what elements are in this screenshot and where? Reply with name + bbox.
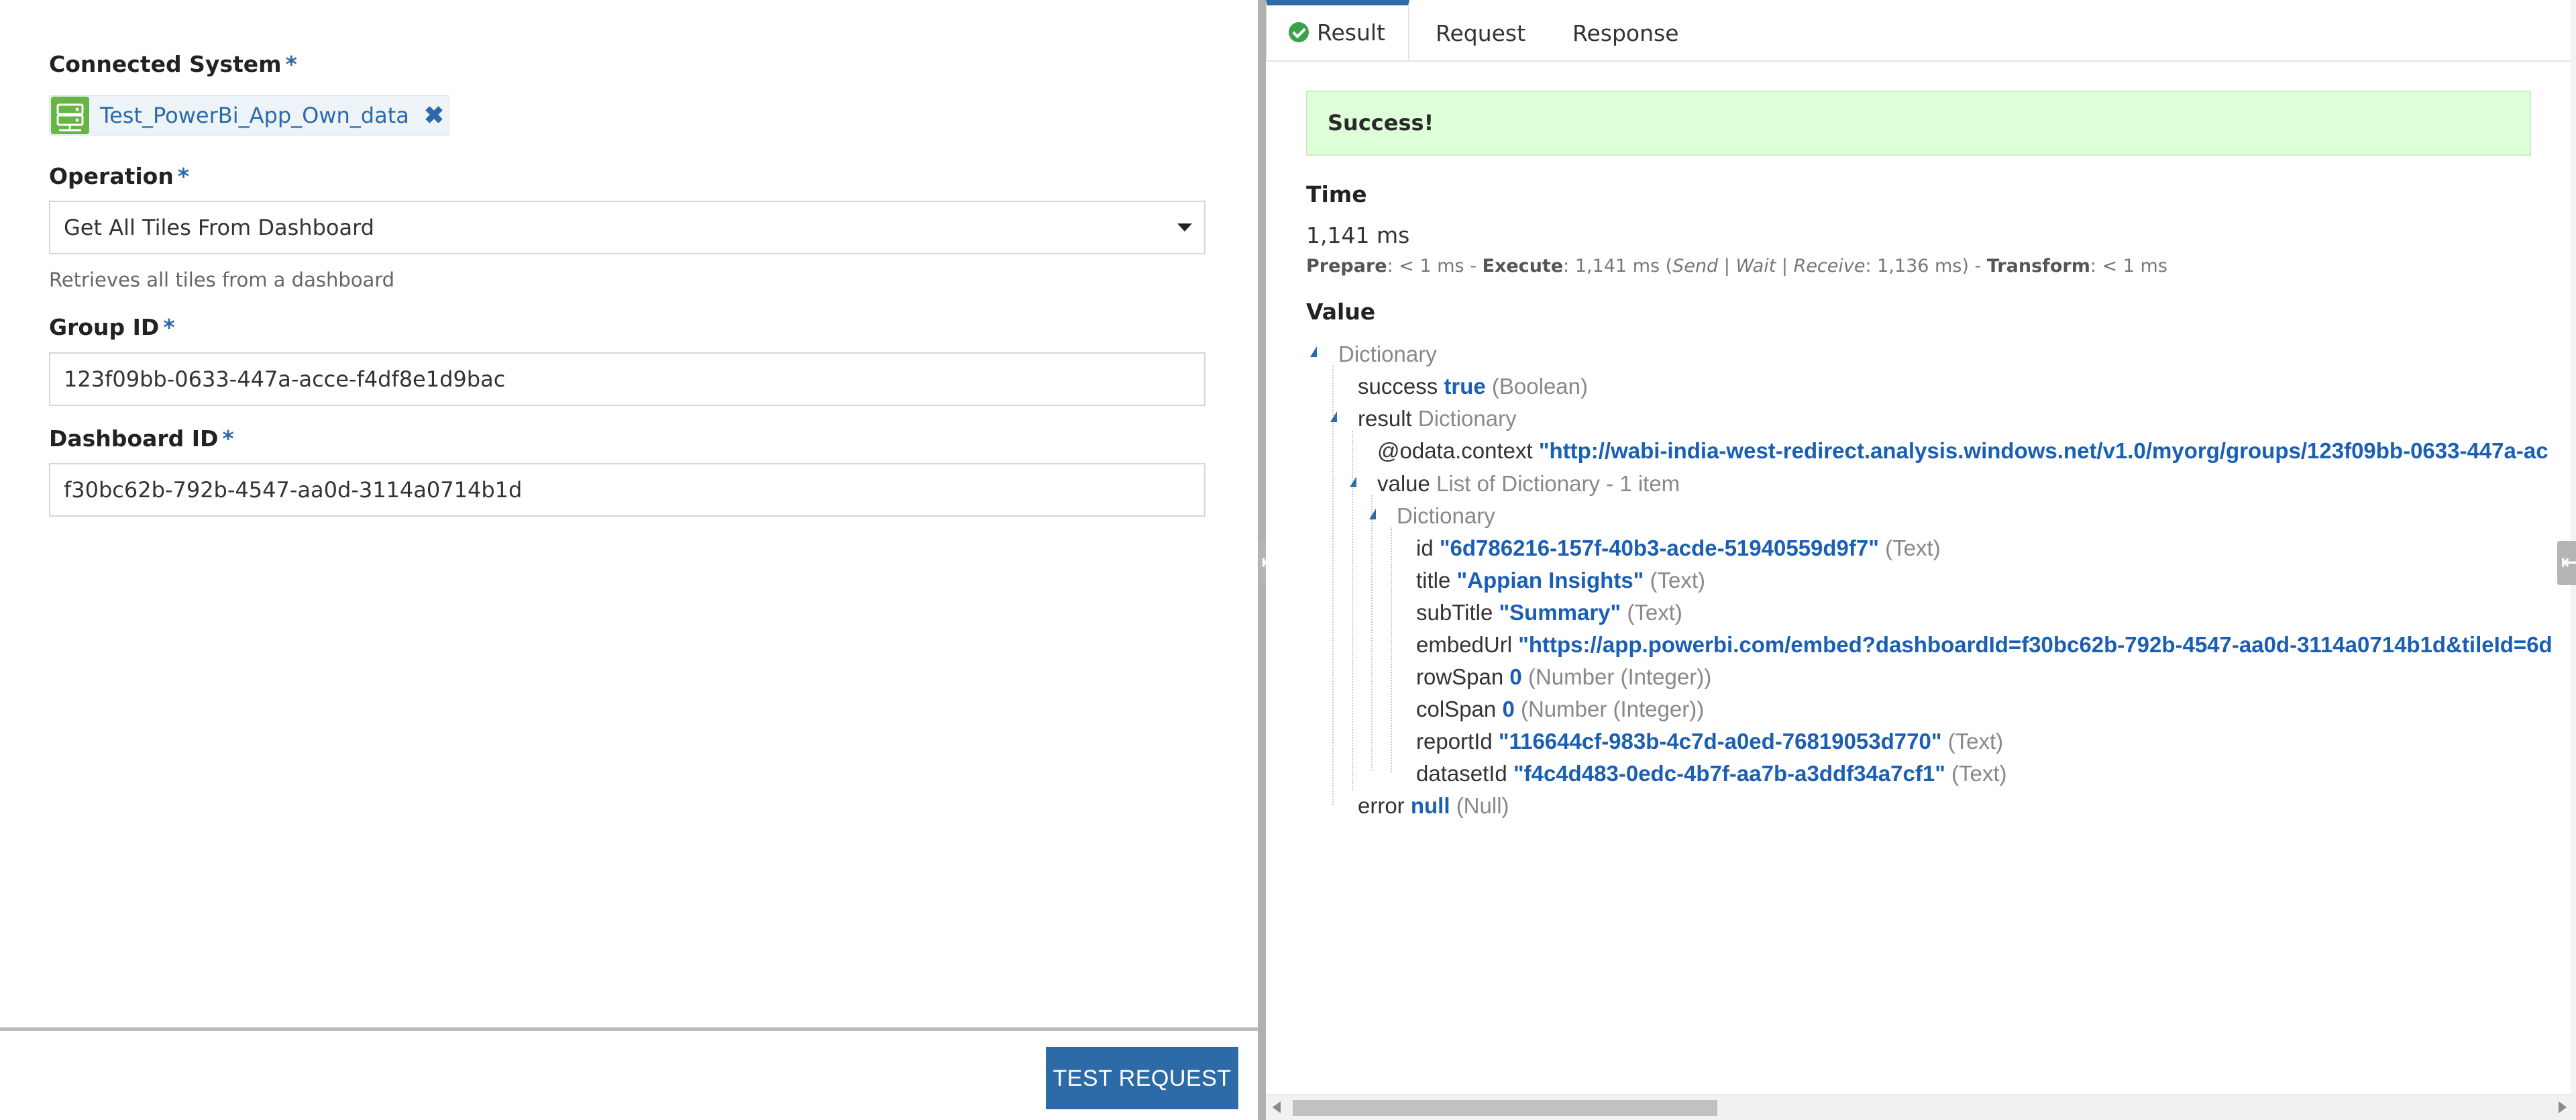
node-type: (Text): [1885, 536, 1941, 560]
connected-system-name[interactable]: Test_PowerBi_App_Own_data: [100, 103, 409, 128]
tree-node-datasetid: datasetId "f4c4d483-0edc-4b7f-aa7b-a3ddf…: [1416, 760, 2007, 787]
tree-node-id: id "6d786216-157f-40b3-acde-51940559d9f7…: [1416, 535, 1941, 562]
connected-system-label-text: Connected System: [49, 51, 282, 77]
operation-label: Operation *: [49, 163, 189, 189]
node-type: (Text): [1627, 600, 1682, 625]
value-tree: Dictionary success true (Boolean) result…: [1266, 0, 2576, 1074]
expanded-triangle-icon[interactable]: [1310, 346, 1317, 357]
dashboard-id-input[interactable]: f30bc62b-792b-4547-aa0d-3114a0714b1d: [49, 463, 1205, 517]
footer-divider: [0, 1027, 1258, 1031]
tree-root-type: Dictionary: [1338, 342, 1437, 366]
tree-node-subtitle: subTitle "Summary" (Text): [1416, 599, 1682, 626]
tree-node-embedurl: embedUrl "https://app.powerbi.com/embed?…: [1416, 631, 2553, 658]
node-key: datasetId: [1416, 761, 1507, 786]
required-mark: *: [177, 163, 190, 189]
node-key: error: [1358, 793, 1405, 818]
node-type: (Boolean): [1491, 374, 1588, 399]
node-key: colSpan: [1416, 697, 1497, 721]
tree-node-error: error null (Null): [1358, 793, 1509, 819]
operation-help-text: Retrieves all tiles from a dashboard: [49, 268, 395, 291]
node-type: (Text): [1947, 729, 2004, 754]
horizontal-scrollbar[interactable]: [1266, 1094, 2576, 1120]
node-type: Dictionary: [1397, 503, 1495, 528]
node-value: "https://app.powerbi.com/embed?dashboard…: [1518, 632, 2553, 657]
connected-system-label: Connected System *: [49, 51, 297, 77]
node-value: "116644cf-983b-4c7d-a0ed-76819053d770": [1498, 729, 1942, 754]
node-value: true: [1444, 374, 1486, 399]
node-key: embedUrl: [1416, 632, 1513, 657]
tree-node-rowspan: rowSpan 0 (Number (Integer)): [1416, 664, 1711, 691]
dashboard-id-value: f30bc62b-792b-4547-aa0d-3114a0714b1d: [64, 477, 523, 503]
tree-node-result[interactable]: result Dictionary: [1358, 405, 1517, 432]
node-type: List of Dictionary - 1 item: [1436, 471, 1680, 496]
node-key: reportId: [1416, 729, 1493, 754]
group-id-label: Group ID *: [49, 314, 175, 340]
node-key: @odata.context: [1377, 438, 1533, 463]
caret-down-icon[interactable]: [1177, 223, 1192, 232]
tree-node-success: success true (Boolean): [1358, 373, 1588, 400]
operation-select-value: Get All Tiles From Dashboard: [64, 215, 374, 240]
operation-select[interactable]: Get All Tiles From Dashboard: [49, 201, 1205, 254]
tree-guide: [1371, 495, 1373, 770]
node-key: result: [1358, 406, 1412, 431]
tree-node-colspan: colSpan 0 (Number (Integer)): [1416, 696, 1704, 723]
node-key: success: [1358, 374, 1438, 399]
node-value: "http://wabi-india-west-redirect.analysi…: [1538, 438, 2548, 463]
operation-label-text: Operation: [49, 163, 174, 189]
node-type: (Number (Integer)): [1527, 664, 1712, 689]
required-mark: *: [222, 425, 234, 452]
tree-guide: [1332, 366, 1334, 805]
node-value: "Summary": [1499, 600, 1621, 625]
node-type: (Number (Integer)): [1520, 697, 1705, 721]
node-value: 0: [1502, 697, 1515, 721]
node-key: rowSpan: [1416, 664, 1504, 689]
node-value: "Appian Insights": [1456, 568, 1644, 593]
connected-system-chip[interactable]: Test_PowerBi_App_Own_data ✖: [49, 95, 449, 136]
tree-node-title: title "Appian Insights" (Text): [1416, 567, 1705, 594]
node-value: 0: [1509, 664, 1522, 689]
scroll-right-arrow-icon[interactable]: [2559, 1101, 2567, 1113]
group-id-input[interactable]: 123f09bb-0633-447a-acce-f4df8e1d9bac: [49, 352, 1205, 406]
tree-node-item[interactable]: Dictionary: [1397, 503, 1495, 529]
group-id-label-text: Group ID: [49, 314, 160, 340]
required-mark: *: [285, 51, 297, 77]
test-request-button[interactable]: TEST REQUEST: [1046, 1047, 1238, 1109]
node-value: null: [1410, 793, 1450, 818]
node-value: "6d786216-157f-40b3-acde-51940559d9f7": [1439, 536, 1879, 560]
close-icon[interactable]: ✖: [421, 100, 447, 131]
required-mark: *: [163, 314, 175, 340]
dashboard-id-label-text: Dashboard ID: [49, 425, 219, 452]
scroll-left-arrow-icon[interactable]: [1273, 1101, 1281, 1113]
arrow-left-icon: ⇤: [2561, 552, 2576, 572]
node-key: subTitle: [1416, 600, 1493, 625]
dashboard-id-label: Dashboard ID *: [49, 425, 234, 452]
configuration-panel: Connected System * Test_PowerBi_App_Own_d…: [0, 0, 1258, 1120]
node-type: Dictionary: [1417, 406, 1517, 431]
tree-node-reportid: reportId "116644cf-983b-4c7d-a0ed-768190…: [1416, 728, 2003, 755]
expanded-triangle-icon[interactable]: [1350, 476, 1356, 487]
tree-guide: [1391, 527, 1392, 772]
tree-root[interactable]: Dictionary: [1338, 341, 1437, 368]
node-type: (Null): [1456, 793, 1509, 818]
tree-node-value[interactable]: value List of Dictionary - 1 item: [1377, 470, 1680, 497]
expanded-triangle-icon[interactable]: [1330, 411, 1337, 422]
node-key: value: [1377, 471, 1430, 496]
tree-node-odata-context: @odata.context "http://wabi-india-west-r…: [1377, 438, 2548, 464]
node-key: title: [1416, 568, 1451, 593]
result-panel: Result Request Response Success! Time 1,…: [1266, 0, 2576, 1120]
expanded-triangle-icon[interactable]: [1369, 509, 1376, 519]
server-icon: [51, 97, 89, 134]
node-key: id: [1416, 536, 1434, 560]
horizontal-scroll-thumb[interactable]: [1293, 1100, 1717, 1116]
group-id-value: 123f09bb-0633-447a-acce-f4df8e1d9bac: [64, 366, 506, 392]
node-type: (Text): [1951, 761, 2007, 786]
node-value: "f4c4d483-0edc-4b7f-aa7b-a3ddf34a7cf1": [1513, 761, 1945, 786]
collapse-right-handle[interactable]: ⇤: [2557, 541, 2576, 585]
node-type: (Text): [1650, 568, 1706, 593]
